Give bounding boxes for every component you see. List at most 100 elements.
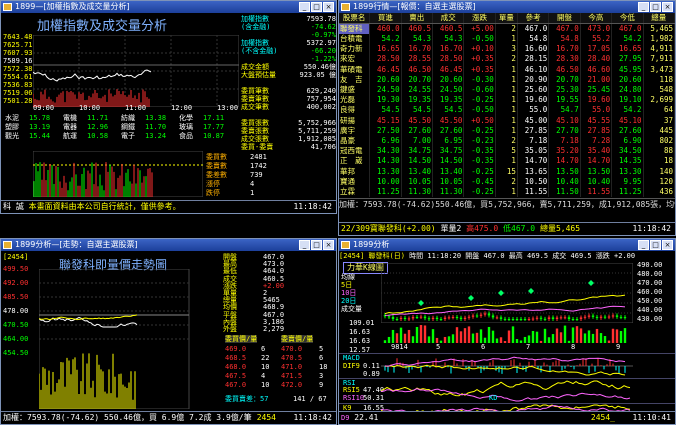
window-index-volume[interactable]: 1899—[加權指數及成交量分析] _ □ × 加權指數及成交量分析 7643.48… — [0, 0, 337, 214]
vol-value: 109.01 — [349, 319, 375, 327]
kd-label: KD — [489, 394, 498, 402]
table-cell: 45.95 — [611, 64, 644, 75]
table-row[interactable]: 聯發科 460.0 460.5 460.5 +5.00 2 467.0 467.0 473.0 4… — [339, 23, 675, 34]
window-quote-list[interactable]: 1899行情—[報價：自選主選股票] _ □ × 股票名 買進 賣出 成交 漲跌 單量 參考 開盤… — [338, 0, 676, 236]
info-label: 委賣筆數 — [241, 95, 269, 103]
macd-value-1: 0.11 — [363, 362, 380, 370]
bid-qty: 22 — [261, 354, 270, 362]
table-cell: -0.25 — [463, 186, 496, 197]
header-cell[interactable]: 成交 — [432, 13, 465, 24]
header-cell[interactable]: 開盤 — [548, 13, 581, 24]
table-row[interactable]: 友 吉 20.60 20.70 20.60 -0.30 1 20.90 20.70 21.00 2… — [339, 74, 675, 85]
header-cell[interactable]: 漲跌 — [463, 13, 496, 24]
table-cell: 7,911 — [643, 54, 675, 65]
table-cell: 27.60 — [432, 125, 465, 136]
minimize-button[interactable]: _ — [299, 2, 310, 12]
window-title-bar[interactable]: 1899行情—[報價：自選主選股票] _ □ × — [339, 1, 675, 13]
header-cell[interactable]: 參考 — [517, 13, 550, 24]
table-cell: 14.70 — [548, 156, 581, 167]
window-title-bar[interactable]: 1899分析 _ □ × — [339, 239, 675, 251]
sector-value: 10.87 — [203, 132, 225, 140]
close-button[interactable]: × — [323, 2, 334, 12]
table-cell: 27.85 — [580, 125, 613, 136]
table-cell: 35.05 — [517, 146, 550, 157]
header-cell[interactable]: 買進 — [369, 13, 402, 24]
maximize-button[interactable]: □ — [311, 2, 322, 12]
status-total: 總量5,465 — [539, 224, 581, 233]
table-cell: 45.50 — [432, 115, 465, 126]
header-cell[interactable]: 總量 — [643, 13, 675, 24]
sector-name: 化學 — [179, 114, 193, 122]
bid-price: 467.0 — [225, 381, 247, 389]
minimize-button[interactable]: _ — [299, 240, 310, 250]
table-row[interactable]: 奇力新 16.65 16.70 16.70 +0.10 3 16.60 16.70 17.05 1… — [339, 44, 675, 55]
bid-price: 467.5 — [225, 372, 247, 380]
status-bar: 22/309寶聯發科(+2.00) 單量2 高475.0 低467.0 總量5,… — [339, 222, 675, 235]
header-cell[interactable]: 今低 — [611, 13, 644, 24]
status-code: 2454 — [256, 412, 276, 424]
table-row[interactable]: 台積電 54.2 54.3 54.3 -0.50 1 54.8 54.8 55.2 54.2 1,9… — [339, 34, 675, 45]
table-cell: 21.00 — [580, 74, 613, 85]
y-tick: 490.00 — [637, 261, 663, 269]
table-cell: -0.50 — [463, 105, 496, 116]
table-row[interactable]: 來宏 28.50 28.55 28.50 +0.35 2 28.15 28.30 28.40 27… — [339, 54, 675, 65]
table-cell: -0.45 — [463, 176, 496, 187]
info-label: 委買-委賣 — [241, 143, 274, 151]
book-total: 141 / 67 — [293, 395, 327, 403]
window-title-bar[interactable]: 1899分析—[走勢：自選主選股票] _ □ × — [1, 239, 336, 251]
close-button[interactable]: × — [662, 240, 673, 250]
table-row[interactable]: 鍵盛 24.50 24.55 24.50 -0.60 1 25.60 25.30 25.45 24… — [339, 84, 675, 96]
table-cell: 19.10 — [611, 95, 644, 106]
table-cell: 10.05 — [401, 176, 434, 187]
window-kline[interactable]: 1899分析 _ □ × [2454] 聯發科(日) 時間 11:18:20 開盤 … — [338, 238, 676, 425]
table-row[interactable]: 冠西電 34.30 34.75 34.75 -0.35 5 35.05 35.20 35.40 3… — [339, 146, 675, 157]
table-row[interactable]: 寶通 10.00 10.05 10.05 -0.45 2 10.50 10.40 10.40 9.… — [339, 176, 675, 187]
table-row[interactable]: 晶豪 6.96 7.00 6.95 -0.23 2 7.18 7.18 7.28 6.90 802 — [339, 135, 675, 147]
minimize-button[interactable]: _ — [638, 240, 649, 250]
info-value: 41,706 — [310, 143, 336, 151]
table-row[interactable]: 立霖 11.25 11.30 11.30 -0.25 1 11.55 11.50 11.55 11… — [339, 186, 675, 197]
x-tick: 13:00 — [217, 104, 239, 112]
table-cell: 120 — [643, 176, 675, 187]
y-tick: 460.00 — [637, 288, 663, 296]
table-cell: 1 — [495, 95, 518, 106]
table-cell: 54.7 — [548, 105, 581, 116]
table-cell: 37 — [643, 115, 675, 126]
sector-name: 水泥 — [5, 114, 19, 122]
window-title-bar[interactable]: 1899—[加權指數及成交量分析] _ □ × — [1, 1, 336, 13]
window-price-volume[interactable]: 1899分析—[走勢：自選主選股票] _ □ × [2454] 聯發科即量價走勢圖 … — [0, 238, 337, 425]
table-cell: 46.10 — [517, 64, 550, 75]
macd-chart — [381, 356, 633, 376]
maximize-button[interactable]: □ — [311, 240, 322, 250]
stat-label: 委買數 — [206, 153, 227, 161]
app-icon — [3, 3, 12, 11]
table-cell: 20.90 — [517, 74, 550, 85]
table-cell: 54.3 — [401, 34, 434, 45]
header-cell[interactable]: 股票名 — [339, 13, 371, 24]
table-row[interactable]: 光磊 19.30 19.35 19.35 -0.25 1 19.60 19.55 19.60 19… — [339, 95, 675, 106]
table-cell: -0.50 — [463, 34, 496, 45]
window-title: 1899—[加權指數及成交量分析] — [15, 2, 130, 11]
header-cell[interactable]: 單量 — [495, 13, 518, 24]
table-row[interactable]: 廣宇 27.50 27.60 27.60 -0.25 1 27.85 27.70 27.85 27… — [339, 125, 675, 136]
rsi-l2: RSI10 — [343, 394, 365, 402]
maximize-button[interactable]: □ — [650, 2, 661, 12]
table-row[interactable]: 良得 54.5 54.5 54.5 -0.50 1 55.0 54.7 55.0 54.2 64 — [339, 105, 675, 116]
info-label: 成交筆數 — [241, 103, 269, 111]
table-row[interactable]: 研揚 45.15 45.50 45.50 +0.50 1 45.00 45.10 45.55 45… — [339, 115, 675, 126]
close-button[interactable]: × — [662, 2, 673, 12]
table-cell: 64 — [643, 105, 675, 116]
bid-qty: 10 — [261, 381, 270, 389]
header-cell[interactable]: 今高 — [580, 13, 613, 24]
table-row[interactable]: 華邦 13.30 13.40 13.40 -0.25 15 13.65 13.50 13.50 1… — [339, 166, 675, 177]
maximize-button[interactable]: □ — [650, 240, 661, 250]
table-row[interactable]: 正 崴 14.30 14.50 14.50 -0.35 1 14.70 14.70 14.70 1… — [339, 156, 675, 167]
y-tick: 470.00 — [637, 279, 663, 287]
header-cell[interactable]: 賣出 — [401, 13, 434, 24]
status-bar: 加權：7593.78(-74.62) 550.46億，買 6.9億 7.2成 3… — [1, 411, 336, 424]
close-button[interactable]: × — [323, 240, 334, 250]
table-row[interactable]: 華碩電 46.45 46.50 46.45 +0.35 1 46.10 46.50 46.60 4… — [339, 64, 675, 75]
minimize-button[interactable]: _ — [638, 2, 649, 12]
info-value: 757,954 — [306, 95, 336, 103]
table-cell: 1 — [495, 115, 518, 126]
